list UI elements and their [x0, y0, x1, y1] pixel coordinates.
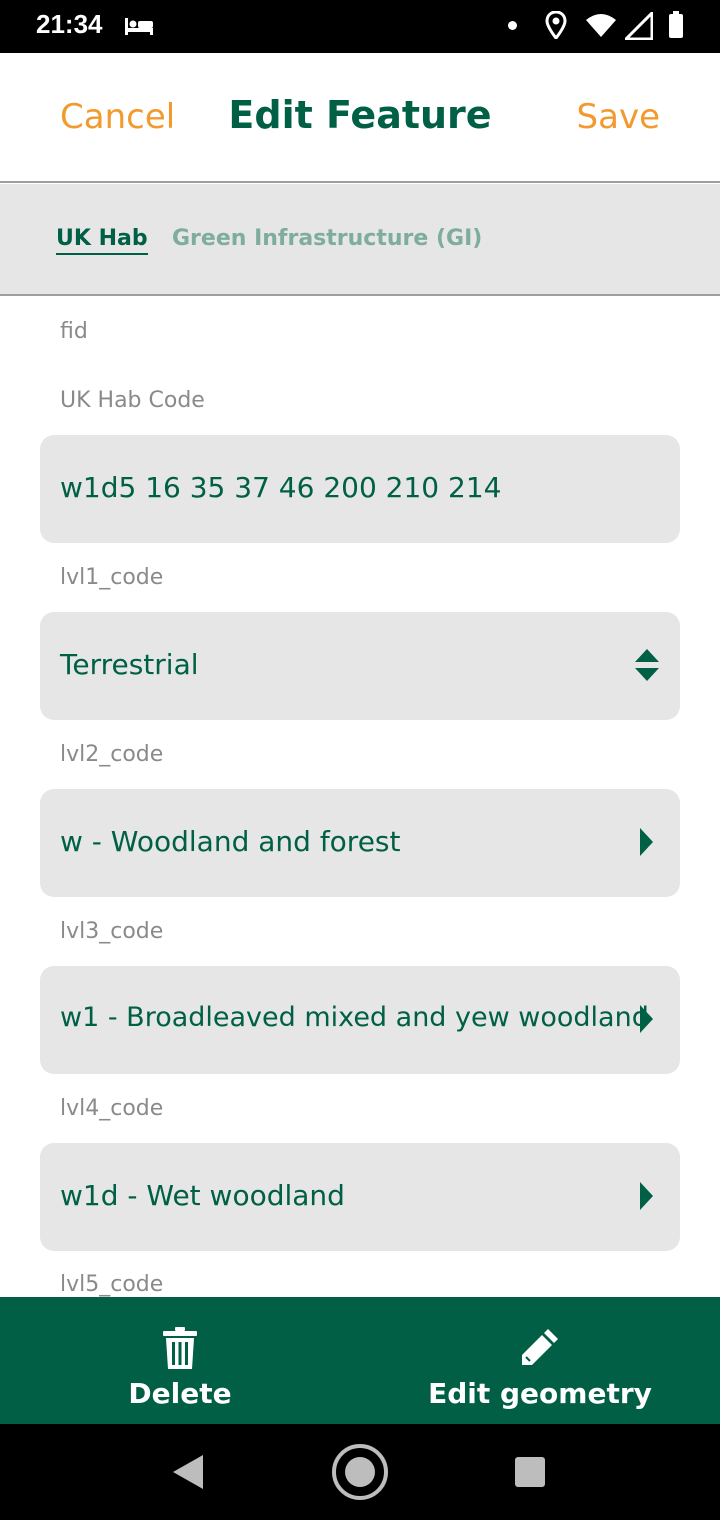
trash-icon [0, 1327, 360, 1373]
lvl2-code-value: w - Woodland and forest [60, 825, 401, 858]
lvl3-code-field[interactable]: w1 - Broadleaved mixed and yew woodland [40, 966, 680, 1074]
lvl2-code-field[interactable]: w - Woodland and forest [40, 789, 680, 897]
lvl1-code-label: lvl1_code [60, 565, 164, 590]
location-icon [545, 10, 567, 43]
lvl3-code-value: w1 - Broadleaved mixed and yew woodland [60, 1002, 649, 1033]
status-time: 21:34 [36, 9, 103, 39]
chevron-right-icon [638, 1181, 654, 1215]
status-bar: 21:34 [0, 0, 720, 53]
lvl4-code-label: lvl4_code [60, 1096, 164, 1121]
recents-icon[interactable] [514, 1456, 546, 1492]
delete-label: Delete [128, 1377, 232, 1410]
lvl3-code-label: lvl3_code [60, 919, 164, 944]
battery-icon [668, 11, 684, 43]
lvl4-code-value: w1d - Wet woodland [60, 1179, 345, 1212]
wifi-icon [585, 12, 617, 42]
lvl2-code-label: lvl2_code [60, 742, 164, 767]
back-icon[interactable] [172, 1454, 204, 1494]
chevron-right-icon [638, 1004, 654, 1038]
edit-geometry-button[interactable]: Edit geometry [360, 1297, 720, 1424]
tab-bar: UK Hab Green Infrastructure (GI) [0, 184, 720, 296]
bed-icon [124, 15, 154, 41]
lvl5-code-label: lvl5_code [60, 1272, 164, 1297]
feature-form: fid UK Hab Code w1d5 16 35 37 46 200 210… [0, 297, 720, 1297]
app-header: Cancel Edit Feature Save [0, 53, 720, 183]
tab-green-infrastructure[interactable]: Green Infrastructure (GI) [172, 226, 482, 251]
edit-geometry-label: Edit geometry [428, 1377, 652, 1410]
lvl4-code-field[interactable]: w1d - Wet woodland [40, 1143, 680, 1251]
uk-hab-code-value: w1d5 16 35 37 46 200 210 214 [60, 471, 502, 504]
uk-hab-code-label: UK Hab Code [60, 388, 205, 413]
bottom-action-bar: Delete Edit geometry [0, 1297, 720, 1424]
sort-updown-icon [634, 648, 660, 686]
lvl1-code-value: Terrestrial [60, 648, 199, 681]
fid-label: fid [60, 319, 88, 344]
pencil-icon [360, 1327, 720, 1371]
signal-icon [622, 9, 654, 44]
tab-uk-hab[interactable]: UK Hab [56, 226, 148, 255]
system-nav-bar [0, 1424, 720, 1520]
delete-button[interactable]: Delete [0, 1297, 360, 1424]
uk-hab-code-field[interactable]: w1d5 16 35 37 46 200 210 214 [40, 435, 680, 543]
chevron-right-icon [638, 827, 654, 861]
notification-dot-icon [508, 21, 517, 30]
save-button[interactable]: Save [577, 97, 660, 137]
lvl1-code-select[interactable]: Terrestrial [40, 612, 680, 720]
home-icon[interactable] [331, 1443, 389, 1505]
